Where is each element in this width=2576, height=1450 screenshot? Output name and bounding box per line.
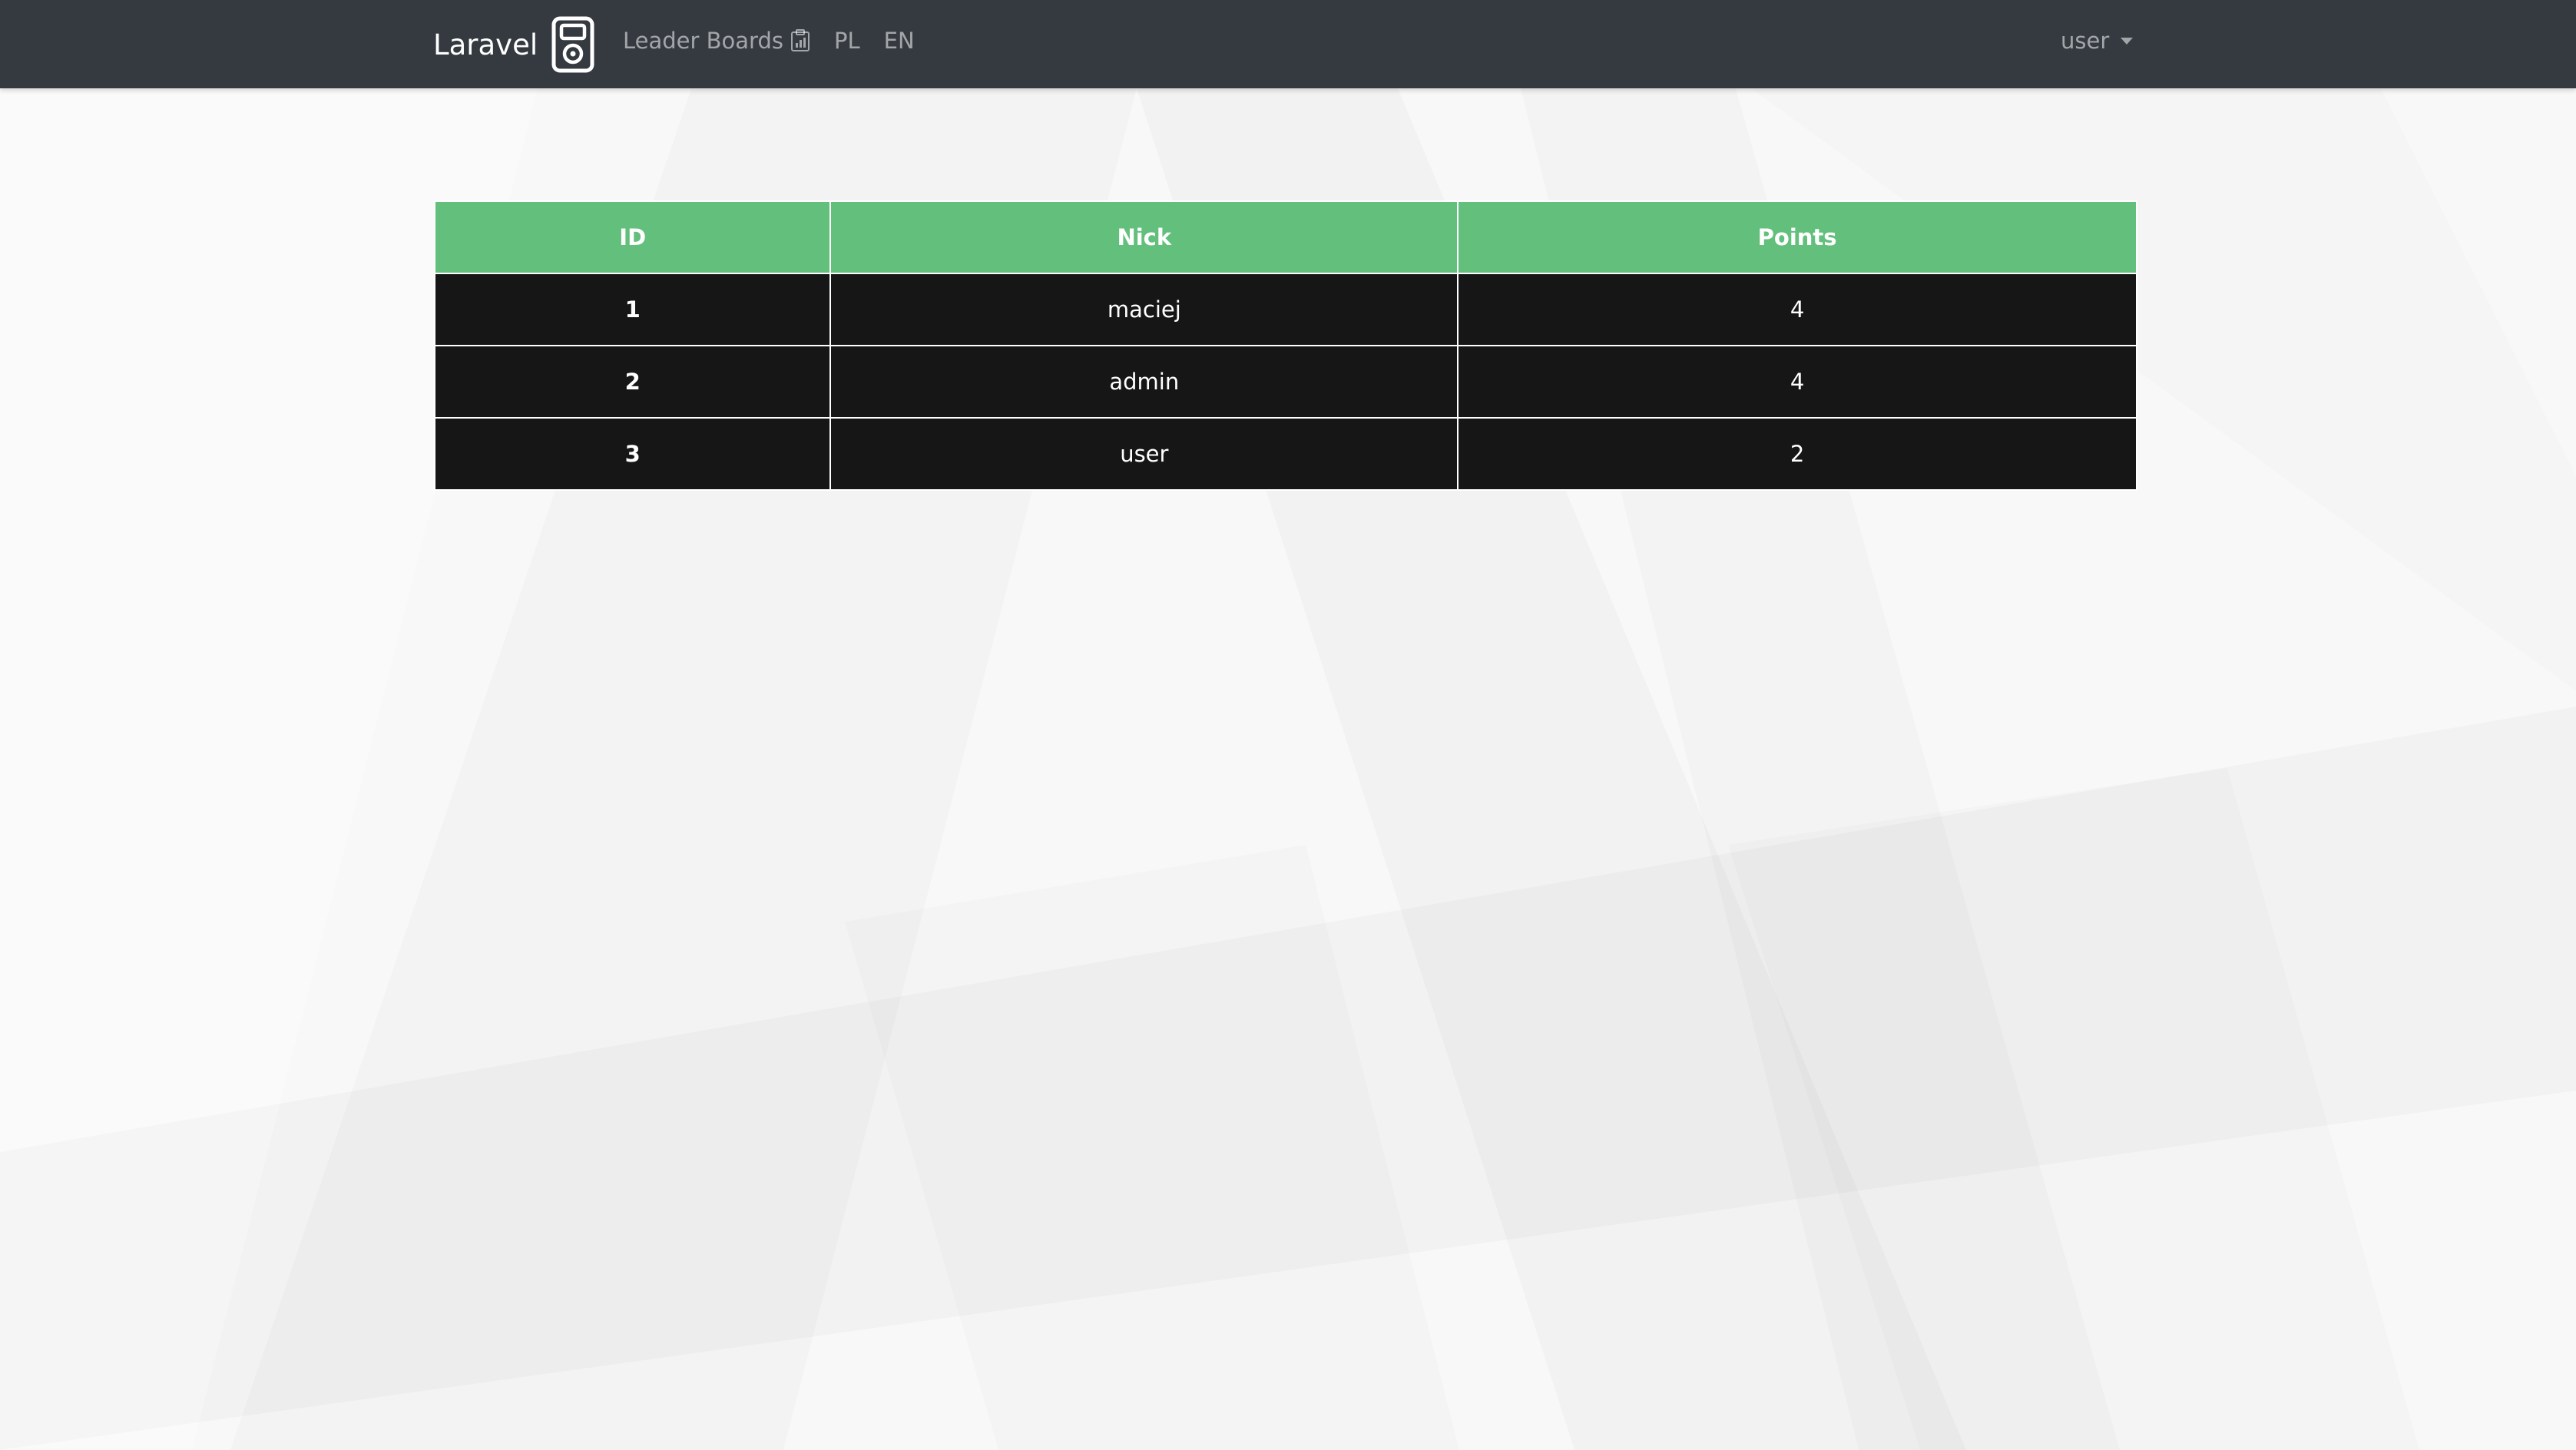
cell-points: 4 — [1457, 273, 2137, 346]
nav-link-label: EN — [883, 27, 915, 54]
cell-id: 3 — [433, 417, 832, 491]
cell-points: 2 — [1457, 417, 2137, 491]
column-header-points: Points — [1457, 200, 2137, 274]
header-row: ID Nick Points — [433, 200, 2137, 274]
cell-points: 4 — [1457, 345, 2137, 419]
cell-nick: admin — [829, 345, 1459, 419]
nav-link-leader-boards[interactable]: Leader Boards — [623, 28, 810, 54]
table-row: 3 user 2 — [433, 417, 2137, 491]
cell-nick: user — [829, 417, 1459, 491]
nav-link-label: PL — [834, 27, 860, 54]
navbar-brand[interactable]: Laravel — [433, 11, 594, 78]
brand-name: Laravel — [433, 28, 538, 61]
column-header-id: ID — [433, 200, 832, 274]
clipboard-chart-icon — [791, 28, 810, 51]
user-dropdown[interactable]: user — [2061, 0, 2134, 81]
leaderboard-header: ID Nick Points — [433, 200, 2137, 274]
nav-link-label: Leader Boards — [623, 27, 783, 54]
cell-id: 1 — [433, 273, 832, 346]
nav-links: Leader Boards PL EN — [623, 0, 939, 81]
leaderboard-body: 1 maciej 4 2 admin 4 3 user 2 — [433, 273, 2137, 491]
table-row: 1 maciej 4 — [433, 273, 2137, 346]
table-row: 2 admin 4 — [433, 345, 2137, 419]
leaderboard-table: ID Nick Points 1 maciej 4 2 admin 4 3 us… — [433, 200, 2137, 491]
caret-down-icon — [2121, 38, 2134, 45]
top-navbar: Laravel Leader Boards PL EN user — [0, 0, 2576, 88]
column-header-nick: Nick — [829, 200, 1459, 274]
music-player-icon — [551, 16, 594, 73]
cell-id: 2 — [433, 345, 832, 419]
nav-link-pl[interactable]: PL — [834, 28, 860, 54]
user-dropdown-label: user — [2061, 27, 2110, 54]
nav-link-en[interactable]: EN — [884, 28, 915, 54]
cell-nick: maciej — [829, 273, 1459, 346]
